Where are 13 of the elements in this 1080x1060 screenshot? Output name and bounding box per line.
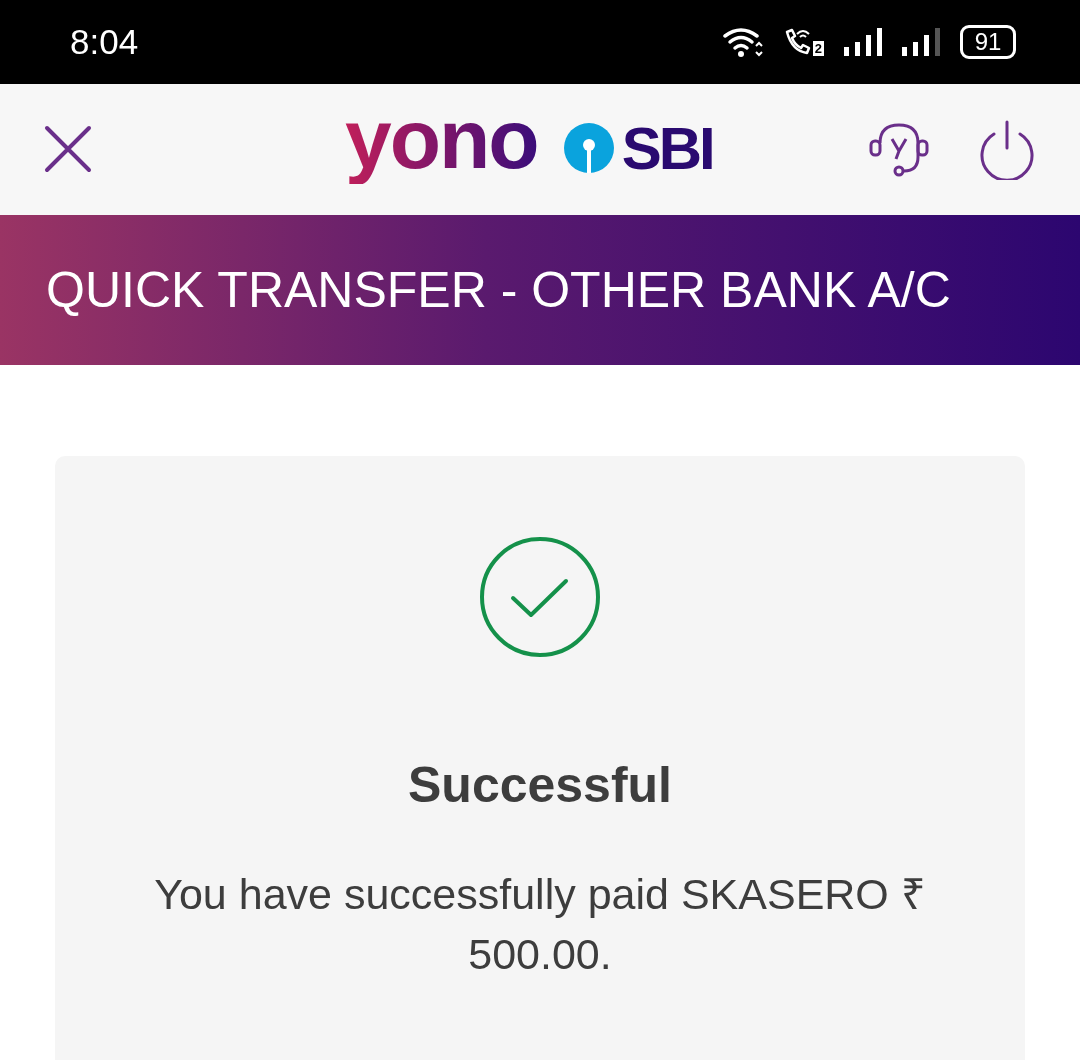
signal-icon <box>902 27 940 57</box>
sbi-logo: SBI <box>621 113 713 183</box>
wifi-icon <box>722 26 763 58</box>
page-title: QUICK TRANSFER - OTHER BANK A/C <box>46 261 951 319</box>
result-title: Successful <box>408 756 672 814</box>
result-message: You have successfully paid SKASERO ₹ 500.00. <box>153 869 927 980</box>
sim-badge: 2 <box>812 41 824 56</box>
keyhole-logo-icon <box>563 123 614 173</box>
signal-icon <box>844 27 882 57</box>
close-icon[interactable] <box>44 124 92 173</box>
battery-indicator: 91 <box>960 25 1016 59</box>
power-icon[interactable] <box>978 119 1036 180</box>
status-time: 8:04 <box>70 22 139 62</box>
